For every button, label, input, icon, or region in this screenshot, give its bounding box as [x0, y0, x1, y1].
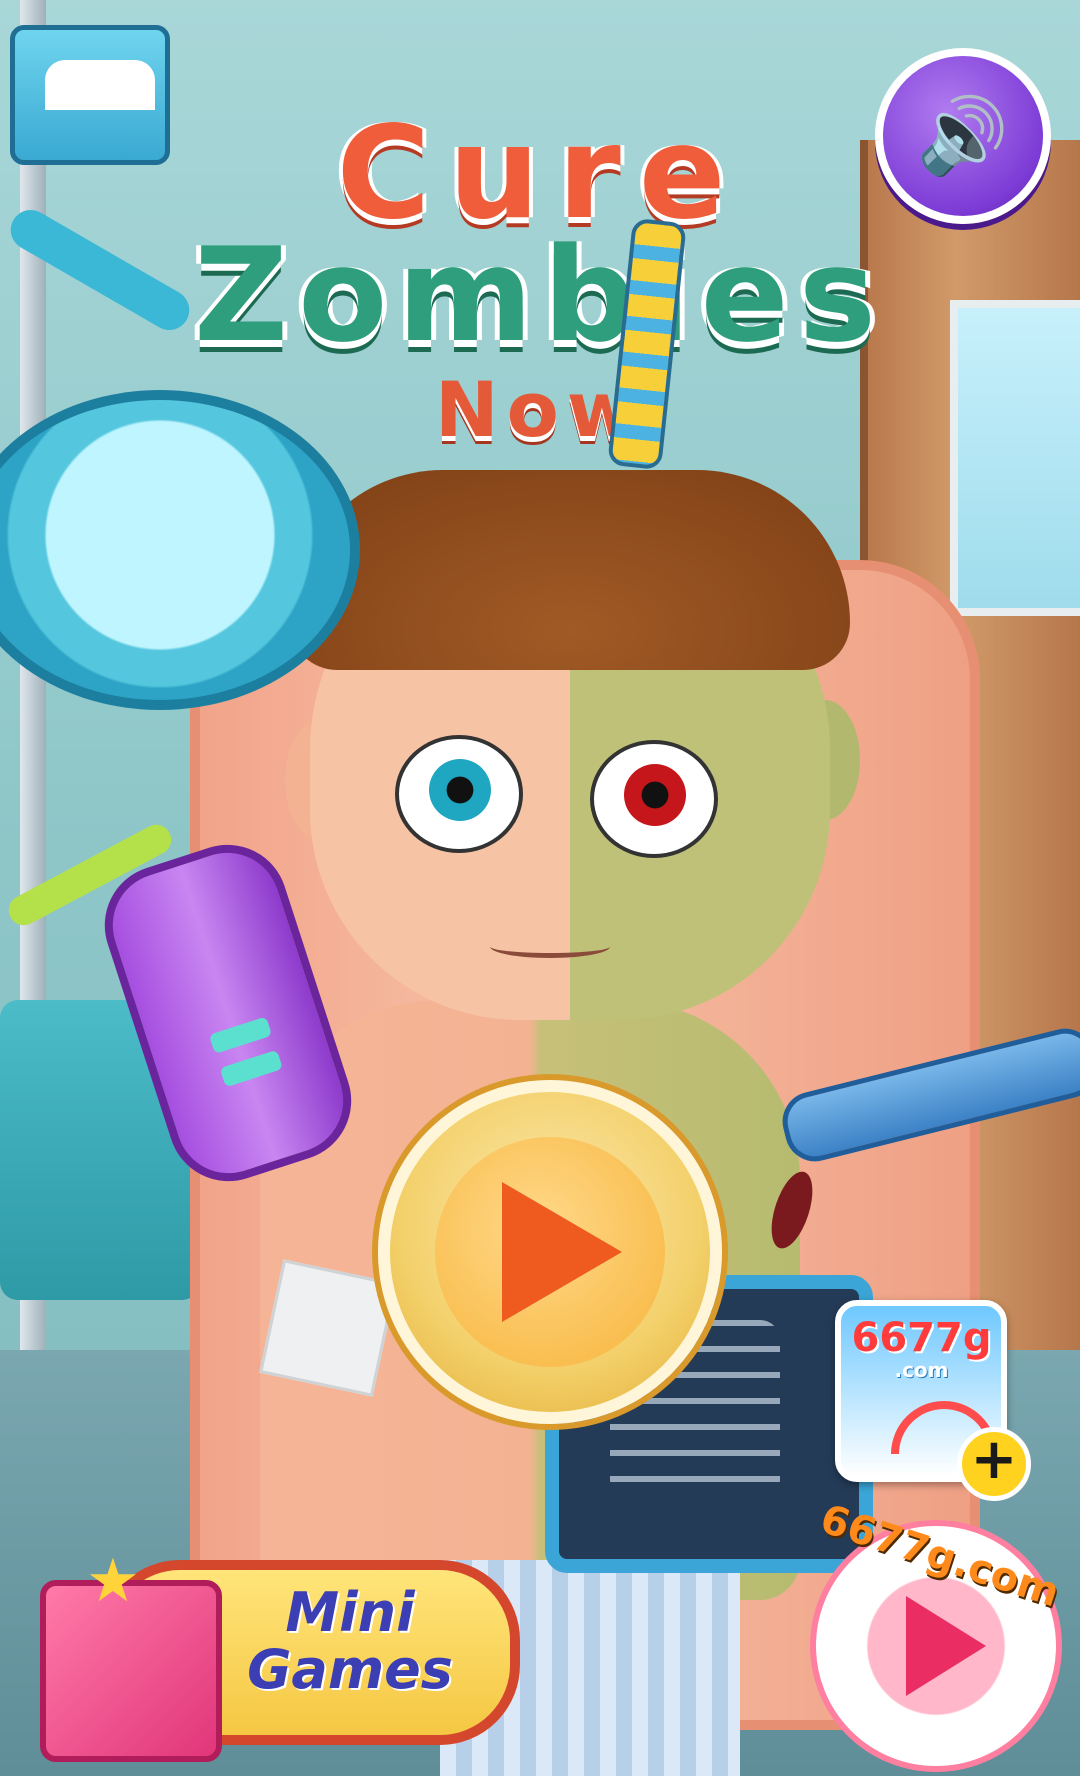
human-eye [395, 735, 523, 853]
mini-games-label-line2: Games [247, 1637, 453, 1701]
mouth [490, 935, 610, 958]
toys-icon [45, 60, 155, 110]
play-icon [906, 1596, 986, 1696]
arm-bandage [259, 1259, 397, 1397]
title-now: Now [434, 365, 646, 454]
play-icon [502, 1182, 622, 1322]
scanner-light [219, 1049, 283, 1088]
speaker-icon: 🔊 [916, 93, 1010, 179]
more-games-tile[interactable]: 6677g .com + [835, 1300, 1031, 1501]
red-iris [624, 764, 686, 826]
scanner-light [208, 1016, 273, 1055]
ad-tile-domain: .com [894, 1358, 949, 1382]
game-title: Cure Zombies Now [90, 110, 990, 510]
play-button[interactable] [378, 1080, 722, 1424]
play-button-inner [435, 1137, 665, 1367]
title-zombies: Zombies [193, 219, 887, 371]
sound-button[interactable]: 🔊 [875, 48, 1051, 224]
mini-games-button[interactable]: ★ Mini Games [40, 1540, 520, 1762]
plus-icon: + [957, 1427, 1031, 1501]
stars-icon: ★ [86, 1546, 140, 1616]
zombie-eye [590, 740, 718, 858]
ad-tile-brand: 6677g [851, 1315, 992, 1361]
mini-games-label-line1: Mini [285, 1581, 415, 1644]
gift-box-icon: ★ [40, 1551, 222, 1762]
site-play-button[interactable]: 6677g.com [810, 1496, 1065, 1772]
mini-games-label: Mini Games [220, 1584, 480, 1701]
blue-iris [429, 759, 491, 821]
